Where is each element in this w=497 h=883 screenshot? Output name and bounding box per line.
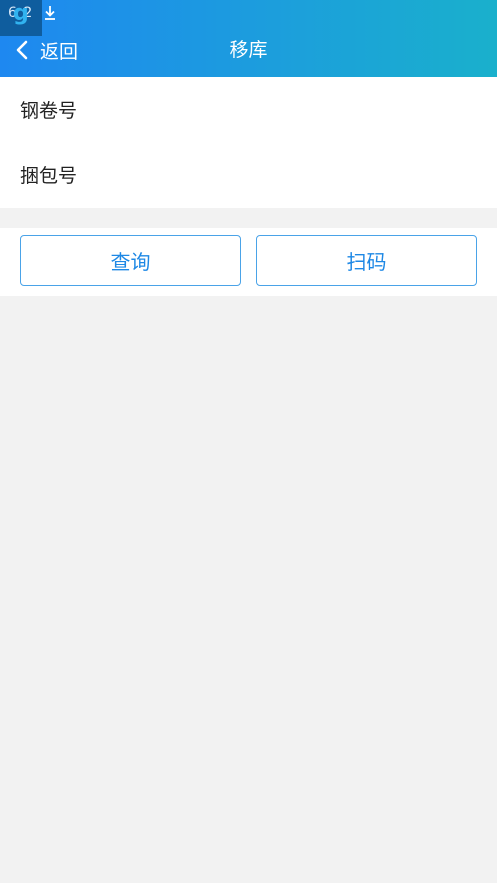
coil-number-input[interactable] [110, 88, 477, 131]
coil-number-label: 钢卷号 [20, 100, 78, 122]
app-header: 6 2 g 返回 移库 [0, 0, 497, 77]
bundle-number-label: 捆包号 [20, 165, 78, 187]
bundle-number-input[interactable] [110, 153, 477, 196]
bundle-number-row: 捆包号 [0, 142, 497, 207]
search-form: 钢卷号 捆包号 [0, 77, 497, 208]
action-bar: 查询 扫码 [0, 228, 497, 296]
download-icon [45, 6, 55, 20]
scan-button[interactable]: 扫码 [256, 235, 477, 286]
status-bar: 6 2 g [0, 0, 497, 36]
coil-number-row: 钢卷号 [0, 77, 497, 142]
app-logo: 6 2 g [0, 0, 42, 36]
page-title: 移库 [229, 39, 268, 61]
query-button[interactable]: 查询 [20, 235, 241, 286]
app-badge-letter: g [13, 1, 29, 26]
